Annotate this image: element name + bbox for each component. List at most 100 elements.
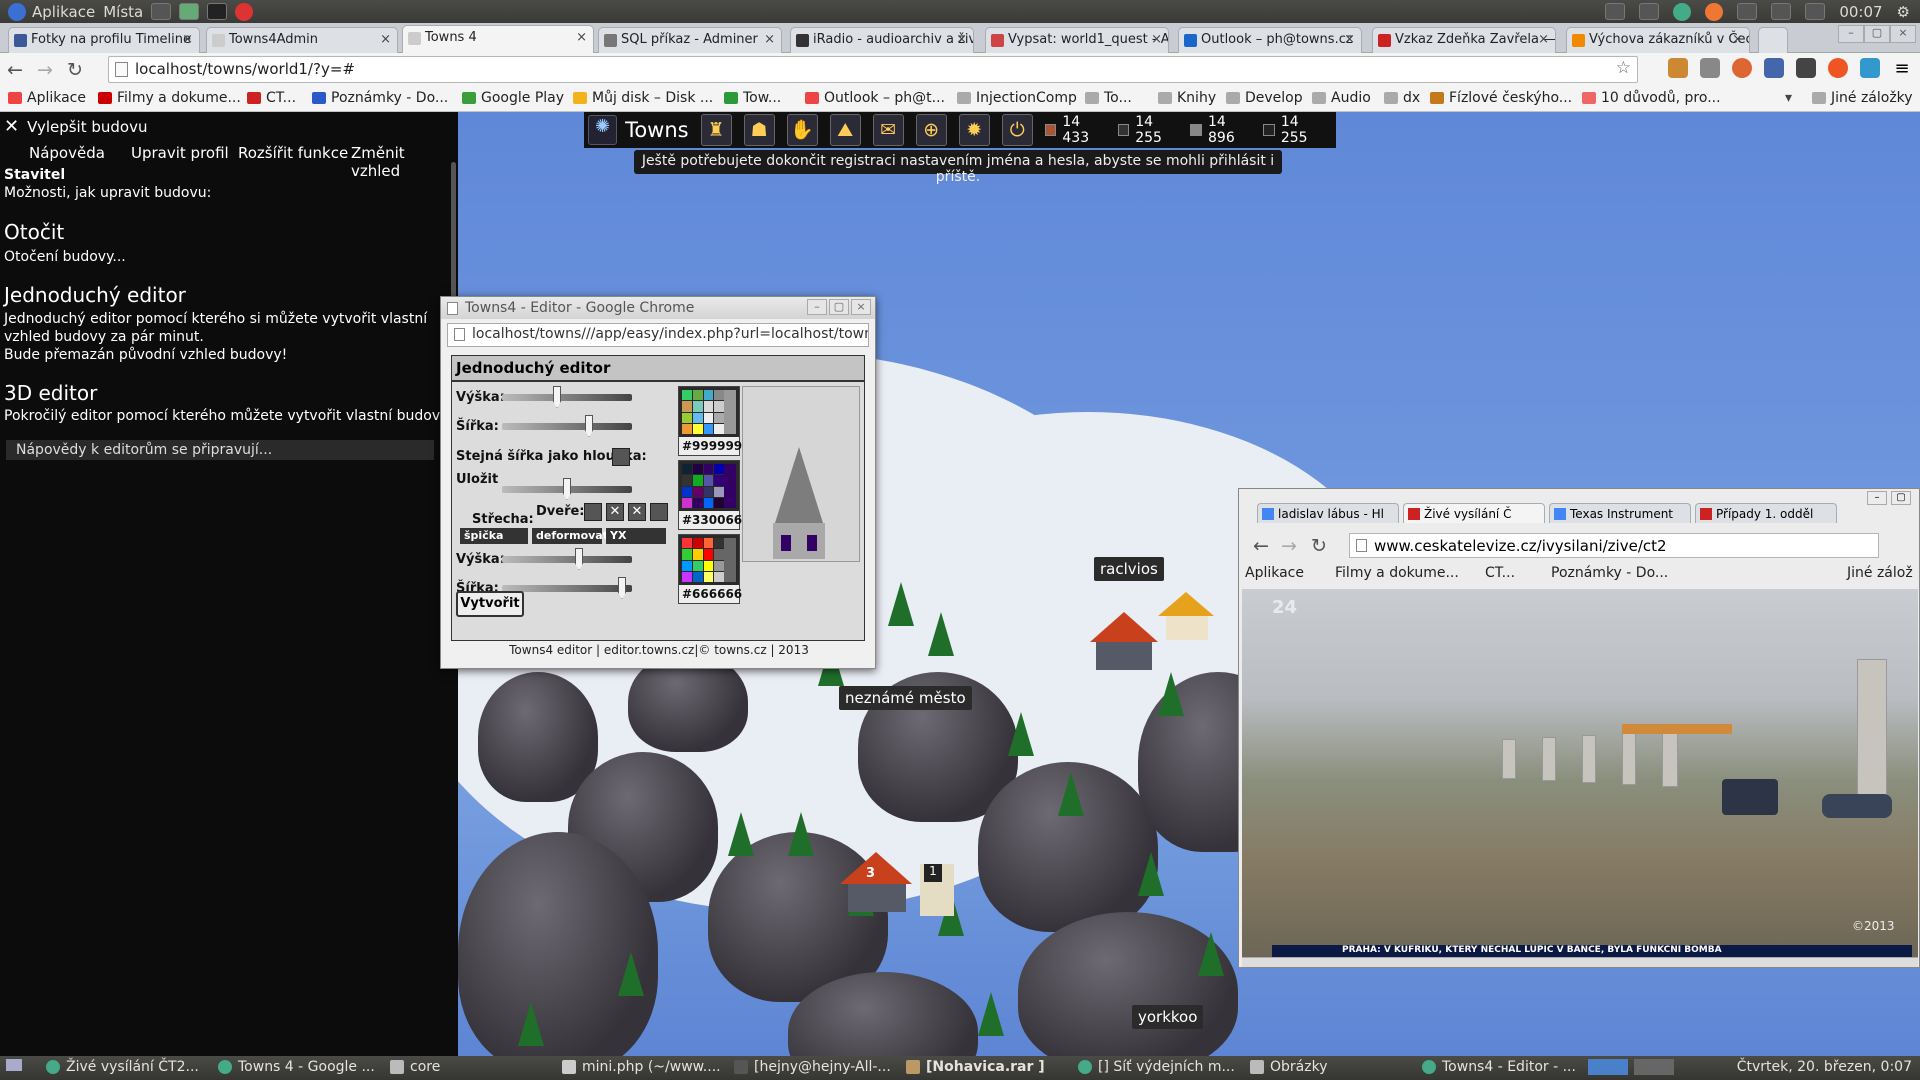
bookmark[interactable]: Poznámky - Do...	[312, 90, 448, 106]
apps-menu[interactable]: Aplikace	[8, 2, 95, 21]
building[interactable]: 1	[920, 864, 954, 916]
close-icon[interactable]: ×	[1538, 32, 1549, 47]
browser-tab[interactable]: Outlook – ph@towns.cz ×	[1178, 27, 1362, 53]
workspace-switcher[interactable]	[1588, 1059, 1674, 1075]
tv-video-stream[interactable]: 24 PRAHA: V KUFŘÍKU, KTERÝ NECHAL LUPIČ …	[1242, 589, 1918, 957]
3d-editor-link[interactable]: 3D editor	[4, 381, 97, 405]
bookmark[interactable]: Google Play	[462, 90, 564, 106]
city-label[interactable]: raclvios	[1094, 557, 1164, 581]
taskbar-item[interactable]: Živé vysílání ČT2...	[46, 1059, 199, 1075]
roof-color-hex[interactable]: #666666	[679, 585, 742, 603]
virtualbox-launcher-icon[interactable]	[179, 3, 200, 20]
star-icon[interactable]: ☆	[1616, 58, 1631, 78]
extension-icon[interactable]	[1860, 58, 1880, 78]
bookmark-folder[interactable]: Knihy	[1158, 90, 1216, 106]
close-icon[interactable]: ×	[956, 32, 967, 47]
show-desktop-icon[interactable]	[6, 1059, 22, 1071]
browser-tab[interactable]: iRadio - audioarchiv a živé ×	[790, 27, 974, 53]
rotate-link[interactable]: Otočit	[4, 220, 64, 244]
forward-icon[interactable]: →	[30, 59, 60, 81]
menu-edit-profile[interactable]: Upravit profil	[131, 144, 229, 162]
taskbar-item[interactable]: core	[390, 1059, 440, 1075]
display-tray-icon[interactable]	[1639, 3, 1660, 20]
taskbar-item[interactable]: [Nohavica.rar ]	[906, 1059, 1045, 1075]
bookmark[interactable]: Můj disk – Disk ...	[573, 90, 713, 106]
other-bookmarks[interactable]: Jiné záložky	[1812, 90, 1913, 106]
volume-tray-icon[interactable]	[1805, 3, 1826, 20]
browser-tab-active[interactable]: Živé vysílání Č	[1403, 503, 1545, 523]
browser-tab[interactable]: Vzkaz Zdeňka Zavřela — (×	[1372, 27, 1556, 53]
new-tab-button[interactable]	[1758, 27, 1788, 53]
close-icon[interactable]: ×	[764, 32, 775, 47]
bookmark[interactable]: Filmy a dokume...	[98, 90, 241, 106]
width-slider[interactable]	[502, 415, 632, 437]
taskbar-item[interactable]: [hejny@hejny-All-...	[734, 1059, 891, 1075]
door-color-palette[interactable]: #330066	[678, 460, 742, 530]
chrome-tray-icon[interactable]	[1673, 2, 1692, 21]
browser-tab[interactable]: Towns4Admin ×	[206, 27, 398, 53]
mail-tray-icon[interactable]	[1771, 3, 1792, 20]
terrain-icon[interactable]: ⛰	[829, 114, 861, 146]
reload-icon[interactable]: ↻	[60, 59, 90, 81]
browser-tab[interactable]: ladislav lábus - Hl	[1257, 503, 1399, 523]
building[interactable]	[1090, 612, 1160, 672]
towns-logo-icon[interactable]: ✺	[588, 115, 618, 145]
close-icon[interactable]: ×	[851, 299, 871, 315]
extension-icon[interactable]	[1764, 58, 1784, 78]
browser-tab[interactable]: Výchova zákazníků v Čech ×	[1566, 27, 1750, 53]
city-label[interactable]: yorkkoo	[1132, 1005, 1204, 1029]
browser-tab-active[interactable]: Towns 4 ×	[402, 25, 594, 53]
monitor-launcher-icon[interactable]	[151, 3, 172, 20]
other-bookmarks[interactable]: Jiné zálož	[1847, 565, 1913, 581]
minimize-icon[interactable]: –	[807, 299, 827, 315]
roof-deform-button[interactable]: deformovat	[532, 528, 608, 544]
browser-tab[interactable]: Fotky na profilu Timeline ×	[8, 27, 200, 53]
browser-tab[interactable]: Vypsat: world1_quest - Ac ×	[985, 27, 1169, 53]
door-color-hex[interactable]: #330066	[679, 511, 742, 529]
close-icon[interactable]: ×	[1344, 32, 1355, 47]
back-icon[interactable]: ←	[1253, 535, 1269, 557]
terminal-tray-icon[interactable]	[1605, 3, 1626, 20]
address-bar[interactable]: localhost/towns/world1/?y=# ☆	[108, 56, 1638, 83]
back-icon[interactable]: ←	[0, 59, 30, 81]
browser-tab[interactable]: Případy 1. odděl	[1695, 503, 1837, 523]
reload-icon[interactable]: ↻	[1311, 535, 1327, 557]
slider-knob[interactable]	[563, 478, 571, 500]
bookmark[interactable]: CT...	[1485, 565, 1515, 581]
bookmark[interactable]: Poznámky - Do...	[1551, 565, 1668, 581]
roof-yx-button[interactable]: YX	[606, 528, 666, 544]
bookmark-folder[interactable]: dx	[1384, 90, 1420, 106]
maximize-icon[interactable]: ▢	[1891, 491, 1911, 505]
bookmark-folder[interactable]: To...	[1085, 90, 1132, 106]
bookmark-folder[interactable]: Develop	[1226, 90, 1303, 106]
minimize-icon[interactable]: –	[1867, 491, 1887, 505]
roof-spike-button[interactable]: špička	[460, 528, 528, 544]
places-menu[interactable]: Místa	[103, 3, 143, 21]
map-icon[interactable]: ⊕	[915, 114, 947, 146]
character-icon[interactable]: ☗	[743, 114, 775, 146]
taskbar-datetime[interactable]: Čtvrtek, 20. březen, 0:07	[1737, 1059, 1912, 1075]
browser-tab[interactable]: Texas Instrument	[1549, 503, 1691, 523]
taskbar-item[interactable]: Towns 4 - Google ...	[218, 1059, 375, 1075]
menu-extend-features[interactable]: Rozšířit funkce	[238, 144, 348, 162]
wall-color-hex[interactable]: #999999	[679, 437, 742, 455]
same-width-checkbox[interactable]	[612, 448, 630, 466]
menu-change-look[interactable]: Změnit vzhled	[351, 144, 458, 180]
editor-address-bar[interactable]: localhost/towns///app/easy/index.php?url…	[447, 323, 869, 347]
extension-icon[interactable]	[1668, 58, 1688, 78]
maximize-icon[interactable]: ▢	[829, 299, 849, 315]
mail-extension-icon[interactable]	[1700, 58, 1720, 78]
create-button[interactable]: Vytvořit	[456, 591, 524, 617]
taskbar-item[interactable]: [] Síť výdejních m...	[1078, 1059, 1235, 1075]
slider-knob[interactable]	[575, 548, 583, 570]
menu-help[interactable]: Nápověda	[29, 144, 105, 162]
close-icon[interactable]: ×	[1151, 32, 1162, 47]
bookmark[interactable]: Tow...	[724, 90, 781, 106]
registration-notice[interactable]: Ještě potřebujete dokončit registraci na…	[634, 150, 1282, 185]
door-option-x[interactable]: ✕	[606, 503, 624, 521]
door-option[interactable]	[650, 503, 668, 521]
browser-tab[interactable]: SQL příkaz - Adminer ×	[598, 27, 782, 53]
close-icon[interactable]: ×	[182, 32, 193, 47]
door-option[interactable]	[584, 503, 602, 521]
simple-editor-link[interactable]: Jednoduchý editor	[4, 283, 186, 307]
